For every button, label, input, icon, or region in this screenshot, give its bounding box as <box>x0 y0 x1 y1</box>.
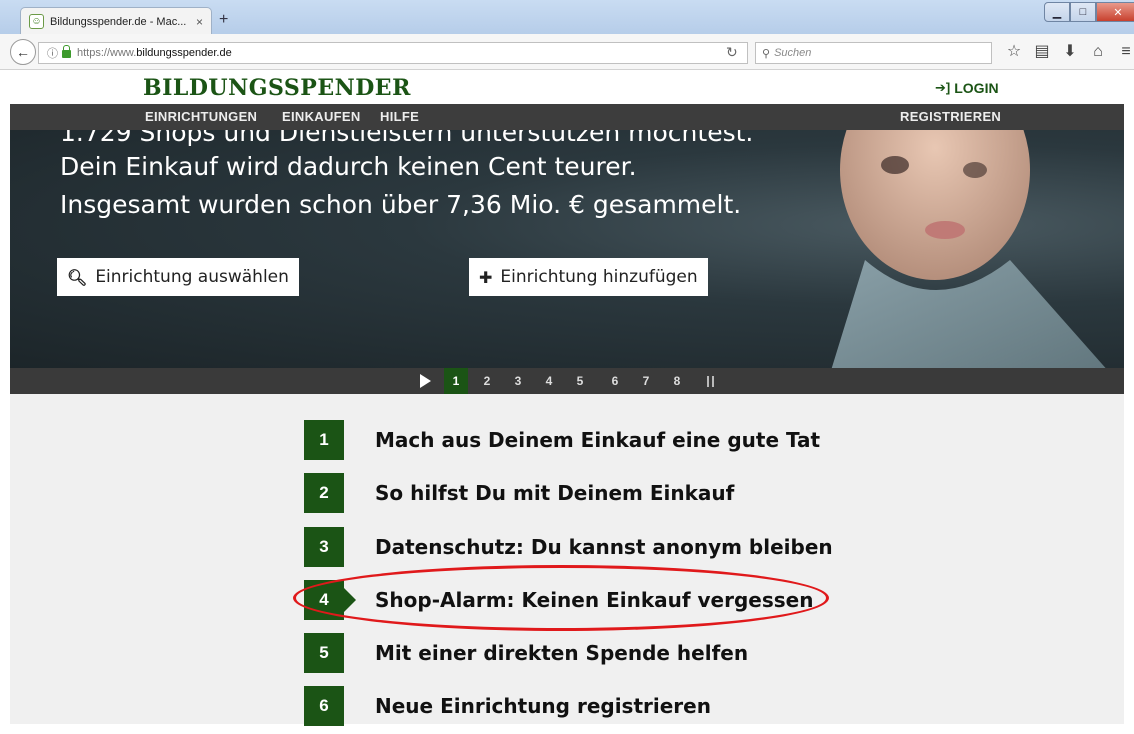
close-window-icon[interactable]: ✕ <box>1096 2 1134 22</box>
window-controls: ▁ □ ✕ <box>1044 2 1134 22</box>
site-favicon-icon: ☺ <box>29 14 44 29</box>
login-label: LOGIN <box>954 80 999 96</box>
step-number: 2 <box>304 473 344 513</box>
lock-icon <box>62 45 71 58</box>
reading-list-icon[interactable]: ▤ <box>1028 42 1056 62</box>
home-icon[interactable]: ⌂ <box>1084 42 1112 62</box>
site-logo[interactable]: BILDUNGSSPENDER <box>143 75 411 101</box>
nav-hilfe[interactable]: HILFE <box>380 109 419 124</box>
slide-dot-3[interactable]: 3 <box>506 368 530 394</box>
slide-dot-6[interactable]: 6 <box>603 368 627 394</box>
step-item-1[interactable]: 1 Mach aus Deinem Einkauf eine gute Tat <box>304 420 820 460</box>
select-institution-label: Einrichtung auswählen <box>95 267 289 287</box>
hero-text-line2: Dein Einkauf wird dadurch keinen Cent te… <box>60 152 637 181</box>
tab-title: Bildungsspender.de - Mac... <box>50 15 187 28</box>
slide-dot-1[interactable]: 1 <box>444 368 468 394</box>
search-icon: 🔍︎ <box>67 267 88 287</box>
step-label: Mit einer direkten Spende helfen <box>375 641 749 665</box>
search-icon: ⚲ <box>762 47 771 60</box>
step-label: Datenschutz: Du kannst anonym bleiben <box>375 535 833 559</box>
reload-icon[interactable]: ↻ <box>726 44 738 61</box>
step-number: 5 <box>304 633 344 673</box>
step-item-5[interactable]: 5 Mit einer direkten Spende helfen <box>304 633 748 673</box>
download-icon[interactable]: ⬇ <box>1056 42 1084 62</box>
add-institution-label: Einrichtung hinzufügen <box>500 267 698 287</box>
slide-dot-4[interactable]: 4 <box>537 368 561 394</box>
child-photo <box>831 130 1106 368</box>
step-item-3[interactable]: 3 Datenschutz: Du kannst anonym bleiben <box>304 527 833 567</box>
search-input[interactable]: ⚲ Suchen <box>755 42 992 64</box>
play-icon[interactable] <box>420 374 431 388</box>
step-number: 3 <box>304 527 344 567</box>
url-prefix: https://www. <box>77 47 137 59</box>
site-header: BILDUNGSSPENDER ➔] LOGIN <box>0 70 1134 104</box>
step-label: Neue Einrichtung registrieren <box>375 694 711 718</box>
step-item-4[interactable]: 4 Shop-Alarm: Keinen Einkauf vergessen <box>304 580 813 620</box>
step-label: So hilfst Du mit Deinem Einkauf <box>375 481 735 505</box>
url-host: bildungsspender.de <box>136 47 232 59</box>
step-label: Mach aus Deinem Einkauf eine gute Tat <box>375 428 821 452</box>
step-number: 6 <box>304 686 344 726</box>
slide-dot-2[interactable]: 2 <box>475 368 499 394</box>
login-link[interactable]: ➔] LOGIN <box>935 80 999 96</box>
slide-dot-7[interactable]: 7 <box>634 368 658 394</box>
slider-pagination: 1 2 3 4 5 6 7 8 <box>10 368 1124 394</box>
maximize-icon[interactable]: □ <box>1070 2 1096 22</box>
menu-icon[interactable]: ≡ <box>1112 42 1134 62</box>
tab-close-icon[interactable]: × <box>196 15 203 29</box>
add-institution-button[interactable]: ✚ Einrichtung hinzufügen <box>469 258 708 296</box>
hero-banner: 1.729 Shops und Dienstleistern unterstüt… <box>10 130 1124 368</box>
plus-icon: ✚ <box>479 267 493 287</box>
step-item-6[interactable]: 6 Neue Einrichtung registrieren <box>304 686 711 726</box>
hero-text-partial: 1.729 Shops und Dienstleistern unterstüt… <box>60 130 754 147</box>
address-bar[interactable]: ⓘ https://www. bildungsspender.de <box>38 42 748 64</box>
nav-einkaufen[interactable]: EINKAUFEN <box>282 109 361 124</box>
pause-icon[interactable] <box>707 376 714 387</box>
slide-dot-8[interactable]: 8 <box>665 368 689 394</box>
back-arrow-icon[interactable]: ← <box>10 39 36 65</box>
bookmark-star-icon[interactable]: ☆ <box>1000 42 1028 62</box>
step-number: 1 <box>304 420 344 460</box>
select-institution-button[interactable]: 🔍︎ Einrichtung auswählen <box>57 258 299 296</box>
nav-einrichtungen[interactable]: EINRICHTUNGEN <box>145 109 257 124</box>
step-item-2[interactable]: 2 So hilfst Du mit Deinem Einkauf <box>304 473 734 513</box>
step-label: Shop-Alarm: Keinen Einkauf vergessen <box>375 588 814 612</box>
window-titlebar: ☺ Bildungsspender.de - Mac... × + ▁ □ ✕ <box>0 0 1134 35</box>
browser-tab[interactable]: ☺ Bildungsspender.de - Mac... × <box>20 7 212 35</box>
hero-text-line3: Insgesamt wurden schon über 7,36 Mio. € … <box>60 190 742 219</box>
site-navigation: EINRICHTUNGEN EINKAUFEN HILFE REGISTRIER… <box>10 104 1124 130</box>
search-placeholder: Suchen <box>774 47 812 59</box>
step-number: 4 <box>304 580 356 620</box>
slide-dot-5[interactable]: 5 <box>568 368 592 394</box>
register-link[interactable]: REGISTRIEREN <box>900 109 1001 124</box>
toolbar-icons: ☆ ▤ ⬇ ⌂ ≡ <box>1000 42 1134 62</box>
new-tab-button[interactable]: + <box>219 12 228 28</box>
browser-toolbar: ← ⓘ https://www. bildungsspender.de ↻ ⚲ S… <box>0 34 1134 70</box>
info-icon[interactable]: ⓘ <box>47 45 58 61</box>
login-icon: ➔] <box>935 80 951 95</box>
minimize-icon[interactable]: ▁ <box>1044 2 1070 22</box>
